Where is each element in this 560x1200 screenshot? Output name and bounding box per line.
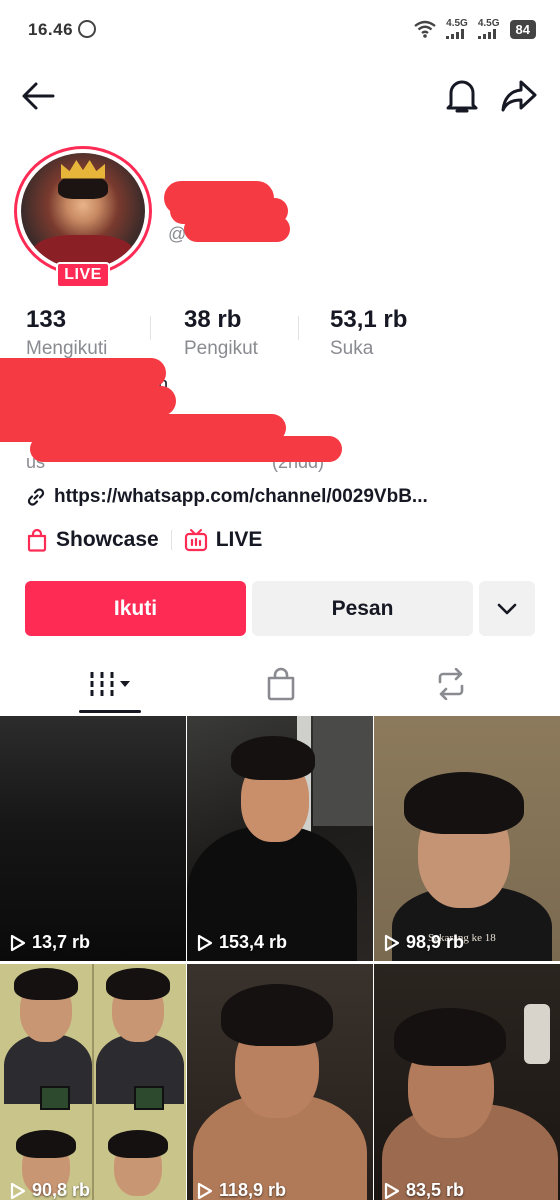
stat-likes: 53,1 rb Suka (330, 306, 407, 360)
share-arrow-icon (501, 80, 537, 112)
share-button[interactable] (497, 74, 541, 118)
view-count: 90,8 rb (10, 1180, 90, 1200)
live-ring (14, 146, 152, 276)
signal-1: 4.5G (446, 19, 468, 39)
play-icon (10, 1182, 26, 1199)
top-nav (0, 72, 560, 122)
video-thumbnail[interactable]: 13,7 rb (0, 716, 186, 961)
active-tab-indicator (79, 710, 141, 713)
showcase-button[interactable]: Showcase (26, 528, 159, 552)
profile-tools: Showcase LIVE (26, 526, 262, 554)
crown-filter (60, 159, 106, 179)
status-indicators: 4.5G 4.5G 84 (414, 16, 536, 42)
arrow-left-icon (22, 82, 55, 110)
shopping-bag-icon (27, 528, 47, 552)
chevron-down-icon (497, 603, 517, 614)
stat-divider (298, 316, 299, 340)
redacted-bio-1 (0, 358, 166, 388)
wifi-icon (414, 20, 436, 38)
grid-videos-icon (90, 672, 130, 696)
bio-link[interactable]: https://whatsapp.com/channel/0029VbB... (26, 484, 428, 510)
play-icon (197, 934, 213, 951)
signal-bars-2-icon (477, 29, 496, 39)
shop-bag-icon (267, 667, 294, 701)
redacted-bio-2 (0, 386, 176, 416)
tool-divider (170, 530, 172, 550)
followers-count: 38 rb (184, 306, 242, 333)
video-thumbnail[interactable]: 90,8 rb (0, 964, 186, 1200)
video-grid: 13,7 rb 153,4 rb Sekarang ke 18 98,9 rb (0, 716, 560, 1200)
status-time: 16.46 (28, 20, 74, 39)
tab-shop[interactable] (187, 654, 374, 714)
video-thumbnail[interactable]: 118,9 rb (187, 964, 373, 1200)
view-count-value: 118,9 rb (219, 1180, 287, 1200)
view-count: 118,9 rb (197, 1180, 286, 1200)
redacted-username (184, 216, 290, 242)
stat-followers[interactable]: 38 rb Pengikut (184, 306, 258, 360)
live-badge[interactable]: LIVE (56, 262, 110, 288)
view-count-value: 83,5 rb (406, 1180, 465, 1200)
follow-button[interactable]: Ikuti (25, 581, 246, 636)
play-icon (197, 1182, 213, 1199)
showcase-label: Showcase (56, 528, 159, 551)
link-url: https://whatsapp.com/channel/0029VbB... (54, 486, 428, 507)
play-icon (384, 934, 400, 951)
followers-label: Pengikut (184, 338, 258, 359)
view-count-value: 153,4 rb (219, 932, 288, 952)
more-options-button[interactable] (479, 581, 535, 636)
signal-2: 4.5G (477, 18, 500, 39)
message-button[interactable]: Pesan (252, 581, 473, 636)
battery-level: 84 (509, 19, 536, 39)
stat-divider (150, 316, 151, 340)
live-button[interactable]: LIVE (184, 528, 263, 552)
stat-following[interactable]: 133 Mengikuti (26, 306, 107, 360)
network-type-1: 4.5G (446, 18, 468, 29)
link-icon (27, 488, 45, 506)
likes-label: Suka (330, 338, 374, 359)
avatar-image (21, 153, 145, 269)
play-icon (10, 934, 26, 951)
view-count: 83,5 rb (384, 1180, 464, 1200)
bell-icon (446, 80, 478, 113)
profile-avatar[interactable] (14, 146, 152, 278)
video-thumbnail[interactable]: 83,5 rb (374, 964, 560, 1200)
view-count: 98,9 rb (384, 932, 464, 953)
back-button[interactable] (16, 74, 60, 118)
view-count-value: 90,8 rb (32, 1180, 91, 1200)
following-count: 133 (26, 306, 67, 333)
repost-icon (438, 668, 463, 700)
content-tabs (0, 654, 560, 714)
tab-reposts[interactable] (357, 654, 544, 714)
view-count: 153,4 rb (197, 932, 287, 953)
view-count: 13,7 rb (10, 932, 90, 953)
play-icon (384, 1182, 400, 1199)
live-tv-icon (184, 529, 207, 552)
view-count-value: 13,7 rb (32, 932, 91, 952)
signal-bars-1-icon (446, 29, 465, 39)
status-bar: 16.46 4.5G 4.5G 84 (0, 0, 560, 60)
likes-count: 53,1 rb (330, 306, 408, 333)
following-label: Mengikuti (26, 338, 108, 359)
notification-button[interactable] (440, 74, 484, 118)
tab-videos[interactable] (17, 654, 204, 714)
view-count-value: 98,9 rb (406, 932, 465, 952)
network-type-2: 4.5G (477, 18, 500, 29)
video-thumbnail[interactable]: 153,4 rb (187, 716, 373, 961)
video-thumbnail[interactable]: Sekarang ke 18 98,9 rb (374, 716, 560, 961)
whatsapp-notification-icon (78, 20, 96, 38)
redacted-bio-4 (30, 436, 342, 462)
live-label: LIVE (215, 528, 263, 551)
